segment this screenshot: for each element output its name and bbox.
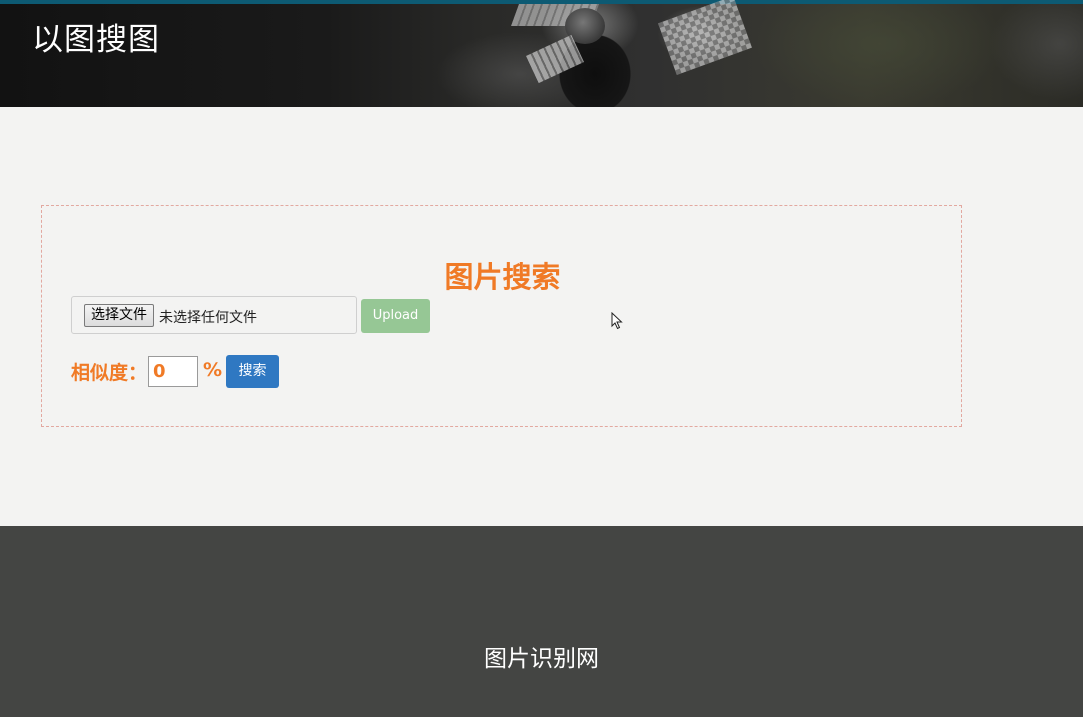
mouse-cursor-icon bbox=[611, 312, 623, 330]
site-title: 以图搜图 bbox=[32, 22, 160, 58]
choose-file-button[interactable]: 选择文件 bbox=[84, 304, 154, 327]
search-panel-title: 图片搜索 bbox=[444, 260, 561, 294]
search-button[interactable]: 搜索 bbox=[226, 355, 279, 388]
percent-sign: % bbox=[203, 359, 223, 381]
header-background-image bbox=[0, 0, 1083, 107]
similarity-input[interactable]: 0 bbox=[148, 356, 198, 387]
file-input[interactable]: 选择文件 未选择任何文件 bbox=[71, 296, 357, 334]
panel-graphic bbox=[658, 0, 752, 76]
upload-button[interactable]: Upload bbox=[361, 299, 430, 333]
header-banner: 以图搜图 bbox=[0, 0, 1083, 107]
image-search-panel: 图片搜索 选择文件 未选择任何文件 Upload 相似度： 0 % 搜索 bbox=[41, 205, 962, 427]
footer: 图片识别网 bbox=[0, 526, 1083, 717]
similarity-label: 相似度： bbox=[71, 362, 148, 384]
file-status-text: 未选择任何文件 bbox=[159, 310, 257, 326]
footer-site-name: 图片识别网 bbox=[484, 646, 599, 672]
